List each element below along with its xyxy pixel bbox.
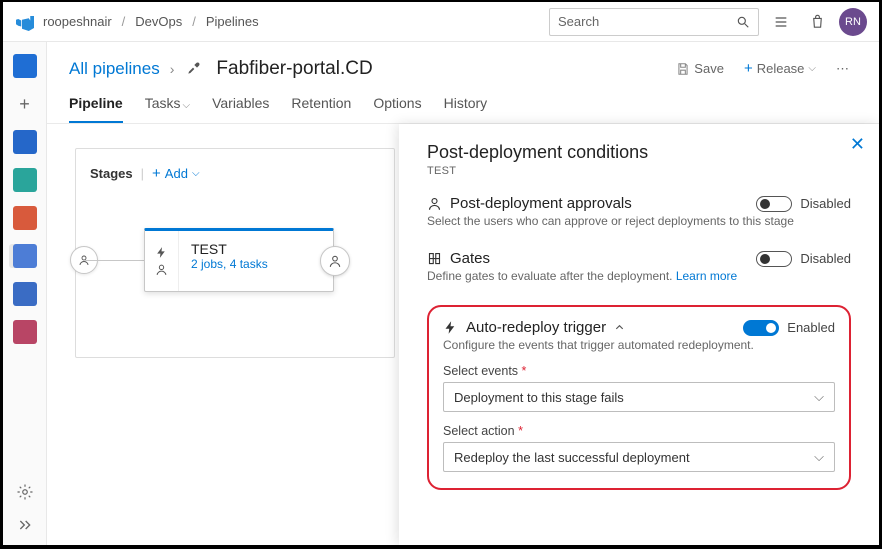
approvals-description: Select the users who can approve or reje… bbox=[427, 214, 851, 228]
breadcrumb-item[interactable]: DevOps bbox=[135, 14, 182, 29]
nav-overview[interactable] bbox=[13, 54, 37, 78]
gates-state: Disabled bbox=[800, 251, 851, 266]
rocket-icon bbox=[184, 60, 202, 78]
pipeline-title: Fabfiber-portal.CD bbox=[216, 58, 372, 80]
redeploy-icon bbox=[443, 320, 458, 335]
post-deployment-panel: ✕ Post-deployment conditions TEST Post-d… bbox=[399, 124, 879, 545]
trigger-icon bbox=[155, 246, 168, 259]
azure-devops-logo-icon[interactable] bbox=[15, 12, 35, 32]
approvals-toggle[interactable] bbox=[756, 196, 792, 212]
top-bar: roopeshnair / DevOps / Pipelines Search … bbox=[3, 2, 879, 42]
save-icon bbox=[676, 62, 690, 76]
shopping-bag-icon[interactable] bbox=[803, 8, 831, 36]
gates-section: Gates Disabled Define gates to evaluate … bbox=[427, 250, 851, 283]
auto-redeploy-section: Auto-redeploy trigger Enabled Configure … bbox=[427, 305, 851, 490]
select-events-label: Select events * bbox=[443, 364, 835, 378]
person-icon bbox=[427, 196, 442, 211]
stage-name: TEST bbox=[191, 241, 268, 257]
nav-repos[interactable] bbox=[13, 168, 37, 192]
tab-retention[interactable]: Retention bbox=[291, 87, 351, 123]
nav-boards[interactable] bbox=[13, 130, 37, 154]
tab-variables[interactable]: Variables bbox=[212, 87, 269, 123]
stage-card[interactable]: TEST 2 jobs, 4 tasks bbox=[144, 228, 334, 292]
search-icon bbox=[736, 15, 750, 29]
release-button[interactable]: + Release ⌵ bbox=[736, 56, 824, 81]
all-pipelines-link[interactable]: All pipelines bbox=[69, 59, 160, 79]
nav-pipelines[interactable] bbox=[13, 244, 37, 268]
select-events-dropdown[interactable]: Deployment to this stage fails⌵ bbox=[443, 382, 835, 412]
nav-add[interactable]: + bbox=[13, 92, 37, 116]
person-icon bbox=[155, 263, 168, 276]
gates-learn-more-link[interactable]: Learn more bbox=[676, 269, 737, 283]
panel-title: Post-deployment conditions bbox=[427, 142, 851, 163]
tab-options[interactable]: Options bbox=[373, 87, 421, 123]
tab-bar: Pipeline Tasks⌵ Variables Retention Opti… bbox=[47, 87, 879, 124]
select-action-label: Select action * bbox=[443, 424, 835, 438]
stages-container: Stages | +Add⌵ bbox=[75, 148, 395, 358]
search-input[interactable]: Search bbox=[549, 8, 759, 36]
tab-history[interactable]: History bbox=[444, 87, 488, 123]
gates-description: Define gates to evaluate after the deplo… bbox=[427, 269, 851, 283]
breadcrumb-item[interactable]: Pipelines bbox=[206, 14, 259, 29]
avatar[interactable]: RN bbox=[839, 8, 867, 36]
gates-icon bbox=[427, 251, 442, 266]
breadcrumb: roopeshnair / DevOps / Pipelines bbox=[43, 14, 259, 29]
breadcrumb-separator: / bbox=[122, 14, 126, 29]
auto-redeploy-description: Configure the events that trigger automa… bbox=[443, 338, 835, 352]
post-deployment-conditions-button[interactable] bbox=[320, 246, 350, 276]
save-button[interactable]: Save bbox=[668, 57, 732, 80]
panel-stage-name: TEST bbox=[427, 165, 851, 177]
stages-heading: Stages bbox=[90, 166, 133, 181]
breadcrumb-item[interactable]: roopeshnair bbox=[43, 14, 112, 29]
chevron-up-icon[interactable] bbox=[614, 322, 625, 333]
add-stage-button[interactable]: +Add⌵ bbox=[152, 165, 200, 182]
chevron-down-icon: ⌵ bbox=[814, 449, 824, 465]
collapse-icon[interactable] bbox=[17, 517, 33, 533]
stage-jobs-link[interactable]: 2 jobs, 4 tasks bbox=[191, 257, 268, 271]
settings-icon[interactable] bbox=[16, 483, 34, 501]
tab-pipeline[interactable]: Pipeline bbox=[69, 87, 123, 123]
approvals-state: Disabled bbox=[800, 196, 851, 211]
select-action-dropdown[interactable]: Redeploy the last successful deployment⌵ bbox=[443, 442, 835, 472]
list-icon[interactable] bbox=[767, 8, 795, 36]
approvals-section: Post-deployment approvals Disabled Selec… bbox=[427, 195, 851, 228]
chevron-down-icon: ⌵ bbox=[814, 389, 824, 405]
nav-artifacts[interactable] bbox=[13, 206, 37, 230]
left-nav-rail: + bbox=[3, 42, 47, 545]
tab-tasks[interactable]: Tasks⌵ bbox=[145, 87, 190, 123]
auto-redeploy-state: Enabled bbox=[787, 320, 835, 335]
nav-test-plans[interactable] bbox=[13, 282, 37, 306]
breadcrumb-separator: / bbox=[192, 14, 196, 29]
more-actions-button[interactable]: ⋯ bbox=[828, 57, 857, 81]
close-panel-button[interactable]: ✕ bbox=[850, 134, 865, 155]
search-placeholder: Search bbox=[558, 14, 736, 29]
chevron-right-icon: › bbox=[170, 61, 175, 77]
auto-redeploy-toggle[interactable] bbox=[743, 320, 779, 336]
gates-toggle[interactable] bbox=[756, 251, 792, 267]
page-header: All pipelines › Fabfiber-portal.CD Save … bbox=[47, 42, 879, 87]
person-icon bbox=[328, 254, 342, 268]
nav-packages[interactable] bbox=[13, 320, 37, 344]
